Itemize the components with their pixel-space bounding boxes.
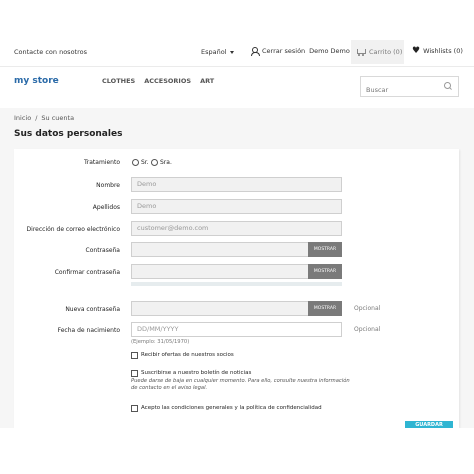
wishlists-label: Wishlists (0) <box>423 47 463 55</box>
search-box <box>360 76 459 100</box>
terms-label: Acepto las condiciones generales y la po… <box>141 405 322 411</box>
email-field[interactable]: customer@demo.com <box>131 221 342 236</box>
password-strength-bar <box>131 282 342 286</box>
account-name-link[interactable]: Demo Demo <box>309 47 350 55</box>
wishlists-link[interactable]: ♥ Wishlists (0) <box>412 46 463 56</box>
new-password-label: Nueva contraseña <box>65 306 120 313</box>
store-logo[interactable]: my store <box>14 76 59 86</box>
search-icon[interactable] <box>444 82 452 90</box>
chevron-down-icon <box>229 50 234 54</box>
title-radio-mrs-label: Sra. <box>160 159 172 166</box>
cart-button[interactable]: Carrito (0) <box>351 40 404 64</box>
new-password-field[interactable] <box>131 301 309 316</box>
confirm-password-label: Confirmar contraseña <box>54 269 120 276</box>
breadcrumb: Inicio / Su cuenta <box>14 114 74 122</box>
show-confirm-password-button[interactable]: MOSTRAR <box>308 264 342 279</box>
terms-checkbox[interactable] <box>131 405 138 412</box>
language-label: Español <box>201 48 227 56</box>
newsletter-note: Puede darse de baja en cualquier momento… <box>131 378 350 391</box>
breadcrumb-home[interactable]: Inicio <box>14 114 31 122</box>
firstname-field[interactable]: Demo <box>131 177 342 192</box>
breadcrumb-separator: / <box>35 114 38 122</box>
nav-item-art[interactable]: ART <box>200 77 214 85</box>
account-links: Cerrar sesión Demo Demo <box>250 47 350 56</box>
bottom-whitespace <box>0 428 474 474</box>
birthday-optional: Opcional <box>354 326 381 333</box>
lastname-label: Apellidos <box>92 204 120 211</box>
birthday-label: Fecha de nacimiento <box>57 327 120 334</box>
firstname-label: Nombre <box>96 182 120 189</box>
title-label: Tratamiento <box>84 159 120 166</box>
lastname-field[interactable]: Demo <box>131 199 342 214</box>
show-new-password-button[interactable]: MOSTRAR <box>308 301 342 316</box>
offers-checkbox[interactable] <box>131 352 138 359</box>
heart-icon: ♥ <box>412 46 421 56</box>
main-nav: CLOTHES ACCESORIOS ART <box>102 77 214 85</box>
offers-label: Recibir ofertas de nuestros socios <box>141 352 234 358</box>
title-radio-mr-label: Sr. <box>141 159 149 166</box>
logo-text-store: store <box>32 76 59 86</box>
birthday-hint: (Ejemplo: 31/05/1970) <box>131 339 190 345</box>
title-radio-mrs[interactable] <box>151 159 158 166</box>
nav-item-clothes[interactable]: CLOTHES <box>102 77 135 85</box>
language-selector[interactable]: Español <box>201 48 234 56</box>
search-input[interactable] <box>361 80 441 100</box>
logo-text-my: my <box>14 76 30 86</box>
logout-link[interactable]: Cerrar sesión <box>262 47 305 55</box>
cart-icon <box>356 48 366 56</box>
top-bar: Contacte con nosotros Español Cerrar ses… <box>0 40 474 68</box>
contact-link[interactable]: Contacte con nosotros <box>14 48 87 56</box>
newsletter-checkbox[interactable] <box>131 370 138 377</box>
newsletter-label: Suscribirse a nuestro boletín de noticia… <box>141 370 252 376</box>
header-divider <box>0 66 474 67</box>
page-title: Sus datos personales <box>14 129 123 139</box>
new-password-optional: Opcional <box>354 305 381 312</box>
confirm-password-field[interactable] <box>131 264 309 279</box>
breadcrumb-current[interactable]: Su cuenta <box>41 114 74 122</box>
cart-label: Carrito (0) <box>369 48 403 56</box>
user-icon <box>250 47 260 56</box>
nav-item-accessories[interactable]: ACCESORIOS <box>144 77 191 85</box>
password-label: Contraseña <box>85 247 120 254</box>
title-radio-mr[interactable] <box>132 159 139 166</box>
show-password-button[interactable]: MOSTRAR <box>308 242 342 257</box>
password-field[interactable] <box>131 242 309 257</box>
email-label: Dirección de correo electrónico <box>26 226 120 233</box>
birthday-field[interactable]: DD/MM/YYYY <box>131 322 342 337</box>
